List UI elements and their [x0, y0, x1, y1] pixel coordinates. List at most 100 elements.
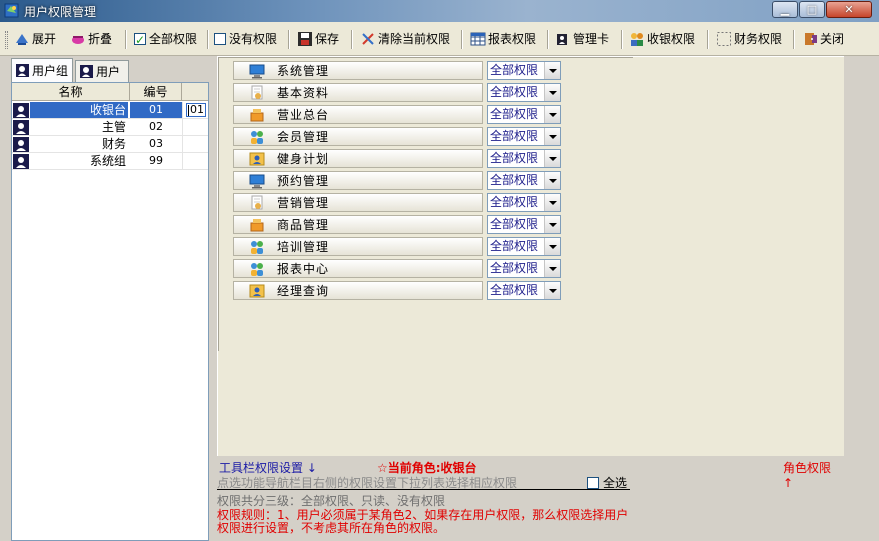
people-icon: [251, 240, 263, 254]
chevron-down-icon[interactable]: [544, 172, 560, 189]
close-window-button[interactable]: ✕: [826, 1, 872, 18]
title-bar: 用户权限管理 ▁ □ ✕: [0, 0, 879, 22]
tab-user[interactable]: 用户: [75, 60, 129, 82]
toolbar-separator: [288, 30, 290, 49]
list-item[interactable]: 主管 02: [12, 119, 208, 136]
cashier-perm-button[interactable]: 收银权限: [629, 29, 695, 49]
permission-select[interactable]: 全部权限: [487, 215, 561, 234]
permission-select[interactable]: 全部权限: [487, 149, 561, 168]
function-label: 报表中心: [277, 262, 330, 276]
chevron-down-icon[interactable]: [544, 128, 560, 145]
user-group-icon: [16, 64, 29, 77]
save-button[interactable]: 保存: [297, 29, 339, 49]
chevron-down-icon[interactable]: [544, 238, 560, 255]
permission-select[interactable]: 全部权限: [487, 127, 561, 146]
chevron-down-icon[interactable]: [544, 194, 560, 211]
row-name: 主管: [101, 120, 126, 134]
no-perm-checkbox[interactable]: 没有权限: [214, 29, 277, 49]
info-area: 工具栏权限设置 ↓ ☆当前角色:收银台 角色权限 ↑ 点选功能导航栏目右侧的权限…: [217, 456, 844, 541]
column-header-code[interactable]: 编号: [130, 83, 182, 101]
toolbar-separator: [351, 30, 353, 49]
function-label: 培训管理: [277, 240, 330, 254]
column-header-name[interactable]: 名称: [12, 83, 130, 101]
permission-select[interactable]: 全部权限: [487, 281, 561, 300]
report-perm-button[interactable]: 报表权限: [470, 29, 536, 49]
permission-select[interactable]: 全部权限: [487, 237, 561, 256]
tab-user-group[interactable]: 用户组: [11, 58, 73, 82]
list-item[interactable]: 收银台 01 01: [12, 102, 208, 119]
function-row[interactable]: 商品管理: [233, 215, 483, 234]
user-group-panel: 用户组 用户 名称 编号 收银台 01 01 主管 02 财务 03 系统组 9…: [9, 56, 211, 541]
function-row[interactable]: 报表中心: [233, 259, 483, 278]
function-row[interactable]: 会员管理: [233, 127, 483, 146]
row-code: 01: [130, 102, 182, 118]
row-extra-cell[interactable]: [182, 136, 208, 152]
list-item[interactable]: 系统组 99: [12, 153, 208, 170]
toolbar-grip[interactable]: [5, 31, 8, 49]
function-row[interactable]: 营销管理: [233, 193, 483, 212]
function-row[interactable]: 健身计划: [233, 149, 483, 168]
column-header-extra[interactable]: [182, 83, 208, 101]
chevron-down-icon[interactable]: [544, 216, 560, 233]
clear-current-perm-button[interactable]: 清除当前权限: [360, 29, 450, 49]
permission-value: 全部权限: [490, 85, 539, 99]
permission-value: 全部权限: [490, 283, 539, 297]
chevron-down-icon[interactable]: [544, 84, 560, 101]
permission-select[interactable]: 全部权限: [487, 61, 561, 80]
list-item[interactable]: 财务 03: [12, 136, 208, 153]
minimize-button[interactable]: ▁: [772, 1, 798, 18]
row-extra-cell[interactable]: [182, 153, 208, 169]
finance-dotted-icon: [717, 32, 731, 46]
eraser-icon: [362, 33, 374, 45]
document-hand-icon: [251, 195, 263, 209]
select-hint-text: 点选功能导航栏目右侧的权限设置下拉列表选择相应权限: [217, 474, 630, 490]
finance-perm-button[interactable]: 财务权限: [716, 29, 782, 49]
function-label: 经理查询: [277, 284, 330, 298]
maximize-button[interactable]: □: [799, 1, 825, 18]
row-extra-cell[interactable]: 01: [182, 102, 208, 118]
permission-select[interactable]: 全部权限: [487, 259, 561, 278]
toolbar-separator: [461, 30, 463, 49]
row-name: 系统组: [89, 154, 126, 168]
function-row[interactable]: 培训管理: [233, 237, 483, 256]
chevron-down-icon[interactable]: [544, 260, 560, 277]
permission-select[interactable]: 全部权限: [487, 171, 561, 190]
chevron-down-icon[interactable]: [544, 106, 560, 123]
permission-select[interactable]: 全部权限: [487, 193, 561, 212]
all-perm-check-icon: [134, 30, 146, 50]
function-row[interactable]: 预约管理: [233, 171, 483, 190]
group-row-icon: [13, 120, 29, 135]
row-code: 99: [149, 154, 163, 167]
permission-select[interactable]: 全部权限: [487, 83, 561, 102]
permission-select[interactable]: 全部权限: [487, 105, 561, 124]
chevron-down-icon[interactable]: [544, 62, 560, 79]
function-row[interactable]: 营业总台: [233, 105, 483, 124]
all-perm-checkbox[interactable]: 全部权限: [134, 29, 197, 50]
select-all-checkbox[interactable]: 全选: [587, 474, 627, 491]
role-perm-link[interactable]: 角色权限 ↑: [783, 459, 844, 490]
select-all-box-icon: [587, 476, 599, 489]
chevron-down-icon[interactable]: [544, 150, 560, 167]
collapse-button[interactable]: 折叠: [70, 29, 112, 49]
function-row[interactable]: 系统管理: [233, 61, 483, 80]
cashier-people-icon: [631, 33, 643, 46]
toolbar-separator: [707, 30, 709, 49]
close-button[interactable]: 关闭: [802, 29, 844, 49]
report-table-icon: [470, 32, 486, 46]
function-row[interactable]: 基本资料: [233, 83, 483, 102]
row-extra-cell[interactable]: [182, 119, 208, 135]
permission-value: 全部权限: [490, 195, 539, 209]
function-row[interactable]: 经理查询: [233, 281, 483, 300]
function-label: 预约管理: [277, 174, 330, 188]
function-label: 系统管理: [277, 64, 330, 78]
chevron-down-icon[interactable]: [544, 282, 560, 299]
management-card-button[interactable]: 管理卡: [555, 29, 609, 49]
monitor-icon: [249, 64, 265, 78]
toolbar-separator: [125, 30, 127, 49]
row-edit-field[interactable]: 01: [186, 103, 206, 117]
row-code: 02: [149, 120, 163, 133]
expand-button[interactable]: 展开: [14, 29, 56, 49]
card-user-icon: [557, 34, 567, 45]
list-header: 名称 编号: [12, 83, 208, 101]
contact-card-icon: [249, 152, 265, 165]
